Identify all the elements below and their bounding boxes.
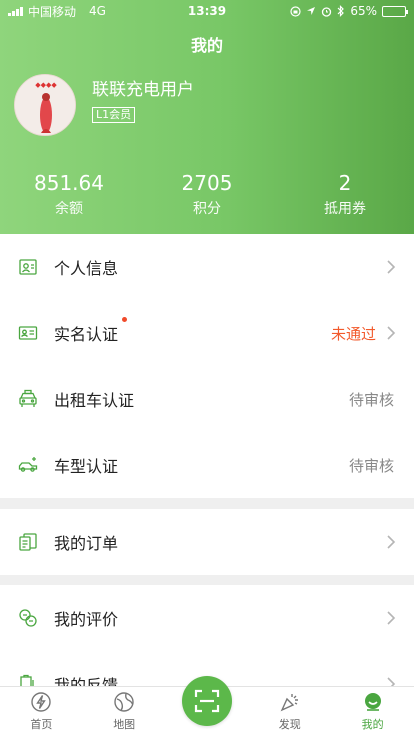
menu-item-my-orders[interactable]: 我的订单 xyxy=(0,509,414,575)
menu-item-taxi-verify[interactable]: 出租车认证 待审核 xyxy=(0,366,414,432)
me-icon xyxy=(362,691,384,713)
menu-item-car-model-verify[interactable]: 车型认证 待审核 xyxy=(0,432,414,498)
feedback-menu-group: 我的评价 我的反馈 xyxy=(0,585,414,686)
review-icon xyxy=(18,608,38,628)
tab-label: 首页 xyxy=(30,718,53,731)
battery-icon xyxy=(382,5,408,17)
bluetooth-icon xyxy=(337,5,345,17)
chevron-right-icon xyxy=(387,326,396,340)
menu-item-label: 车型认证 xyxy=(54,457,119,476)
battery-percent: 65% xyxy=(350,4,377,18)
vouchers-stat[interactable]: 2 抵用券 xyxy=(276,172,414,218)
map-icon xyxy=(113,691,135,713)
avatar[interactable]: ◆◆◆◆ xyxy=(14,74,76,136)
menu-item-personal-info[interactable]: 个人信息 xyxy=(0,234,414,300)
discover-icon xyxy=(279,691,301,713)
alarm-icon xyxy=(322,6,332,17)
tab-label: 我的 xyxy=(361,718,384,731)
account-stats: 851.64 余额 2705 积分 2 抵用券 xyxy=(0,172,414,218)
account-menu-group: 个人信息 实名认证 未通过 出租车认证 待审核 车型认证 待审核 xyxy=(0,234,414,498)
location-icon xyxy=(307,7,316,15)
chevron-right-icon xyxy=(387,677,396,686)
menu-item-real-name[interactable]: 实名认证 未通过 xyxy=(0,300,414,366)
menu-item-label: 实名认证 xyxy=(54,317,331,345)
network-type: 4G xyxy=(89,4,106,18)
orders-menu-group: 我的订单 xyxy=(0,509,414,575)
page-title: 我的 xyxy=(190,36,223,55)
status-label: 待审核 xyxy=(348,390,394,409)
scan-icon xyxy=(194,689,220,713)
tab-discover[interactable]: 发现 xyxy=(248,687,331,736)
username: 联联充电用户 xyxy=(92,80,194,100)
vouchers-value: 2 xyxy=(338,171,352,195)
chevron-right-icon xyxy=(387,535,396,549)
lock-rotation-icon xyxy=(290,5,301,17)
taxi-icon xyxy=(18,389,38,409)
menu-item-text: 实名认证 xyxy=(54,325,119,344)
id-card-icon xyxy=(18,323,38,343)
car-icon xyxy=(18,455,38,475)
chevron-right-icon xyxy=(387,611,396,625)
points-value: 2705 xyxy=(181,171,233,195)
avatar-image: ◆◆◆◆ xyxy=(15,75,75,135)
carrier-name: 中国移动 xyxy=(28,4,77,19)
profile-header: 中国移动 4G 13:39 65% 我的 ◆◆◆◆ 联联充电用户 L1会员 85… xyxy=(0,0,414,234)
tab-label: 地图 xyxy=(113,718,136,731)
balance-stat[interactable]: 851.64 余额 xyxy=(0,172,138,218)
signal-icon xyxy=(8,6,23,16)
points-stat[interactable]: 2705 积分 xyxy=(138,172,276,218)
tab-label: 发现 xyxy=(278,718,301,731)
scan-button[interactable] xyxy=(182,676,232,726)
feedback-icon xyxy=(18,674,38,686)
balance-value: 851.64 xyxy=(34,171,104,195)
unread-dot xyxy=(122,317,127,322)
menu-item-label: 我的评价 xyxy=(54,610,119,629)
chevron-right-icon xyxy=(387,260,396,274)
member-level-badge: L1会员 xyxy=(92,107,136,123)
profile-icon xyxy=(18,257,38,277)
balance-label: 余额 xyxy=(55,201,83,217)
menu-item-label: 出租车认证 xyxy=(54,391,135,410)
status-bar: 中国移动 4G 13:39 65% xyxy=(0,0,414,22)
tab-me[interactable]: 我的 xyxy=(331,687,414,736)
status-label: 未通过 xyxy=(330,324,376,343)
vouchers-label: 抵用券 xyxy=(324,201,366,217)
tab-home[interactable]: 首页 xyxy=(0,687,83,736)
status-label: 待审核 xyxy=(348,456,394,475)
tab-map[interactable]: 地图 xyxy=(83,687,166,736)
order-icon xyxy=(18,532,38,552)
menu-item-label: 我的订单 xyxy=(54,534,119,553)
svg-text:◆◆◆◆: ◆◆◆◆ xyxy=(35,81,57,89)
points-label: 积分 xyxy=(193,201,221,217)
menu-item-my-reviews[interactable]: 我的评价 xyxy=(0,585,414,651)
menu-item-label: 个人信息 xyxy=(54,259,119,278)
home-bolt-icon xyxy=(30,691,52,713)
